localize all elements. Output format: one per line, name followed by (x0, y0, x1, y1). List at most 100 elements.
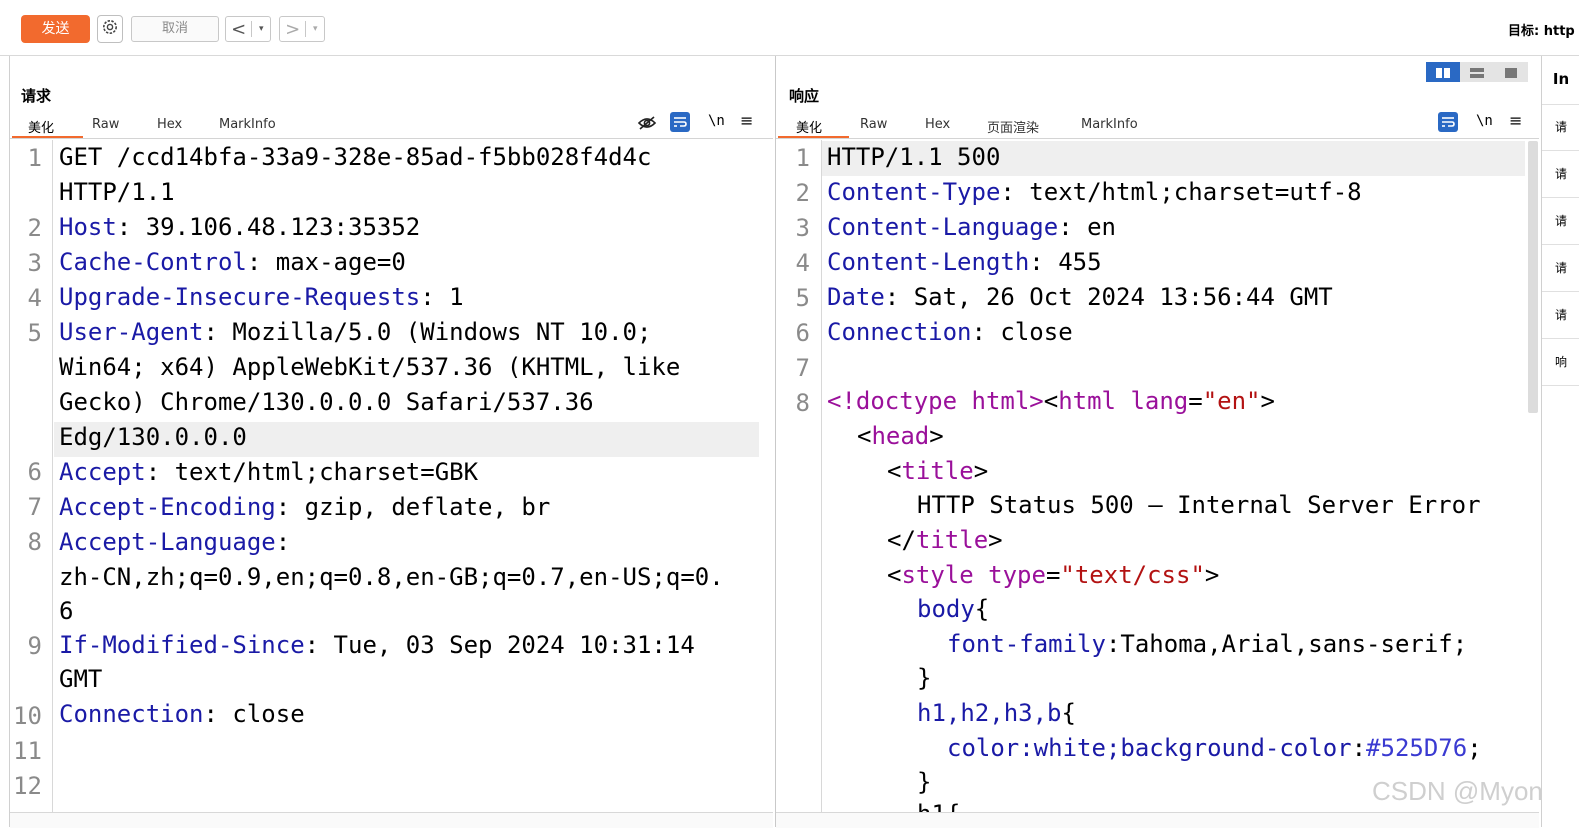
code-line: Win64; x64) AppleWebKit/537.36 (KHTML, l… (59, 353, 681, 381)
header-sep: : (203, 318, 233, 346)
response-title: 响应 (789, 87, 820, 105)
line-number: 7 (27, 493, 42, 521)
code-line: Accept-Encoding: gzip, deflate, br (59, 490, 550, 525)
target-label[interactable]: 目标: http (1508, 20, 1575, 39)
newline-toggle[interactable]: \n (1476, 113, 1493, 129)
header-value: en (1087, 213, 1116, 241)
html-tag: html (1058, 387, 1116, 415)
line-number: 2 (27, 214, 42, 242)
line-number: 5 (27, 319, 42, 347)
line-number: 7 (795, 354, 810, 382)
hide-eye-icon[interactable] (637, 113, 657, 133)
request-title: 请求 (21, 87, 52, 105)
code-line: Accept-Language: (59, 525, 290, 560)
inspector-item[interactable]: 请 (1542, 292, 1579, 339)
header-value: 1 (449, 283, 464, 311)
wrap-lines-icon[interactable] (1438, 112, 1458, 132)
newline-toggle[interactable]: \n (708, 113, 725, 129)
header-name: If-Modified-Since (59, 631, 305, 659)
code-line: Accept: text/html;charset=GBK (59, 455, 478, 490)
layout-rows-button[interactable] (1460, 62, 1494, 82)
inspector-item[interactable]: 请 (1542, 245, 1579, 292)
html-doctype: <!doctype html> (827, 387, 1044, 415)
response-tab-markinfo[interactable]: MarkInfo (1081, 117, 1138, 132)
header-sep: : (203, 700, 233, 728)
line-number: 8 (27, 528, 42, 556)
chevron-down-icon[interactable]: ▾ (252, 24, 270, 34)
request-tab-pretty[interactable]: 美化 (28, 117, 54, 136)
code-line: 6 (59, 597, 74, 625)
code-line: </title> (887, 523, 1003, 558)
css-property: font-family (947, 630, 1106, 658)
response-tab-render[interactable]: 页面渲染 (987, 117, 1039, 136)
response-tab-hex[interactable]: Hex (925, 117, 950, 132)
inspector-item[interactable]: 响 (1542, 339, 1579, 386)
wrap-lines-icon[interactable] (670, 112, 690, 132)
response-tab-raw[interactable]: Raw (860, 117, 887, 132)
header-sep: : (971, 318, 1001, 346)
line-number: 5 (795, 284, 810, 312)
inspector-item[interactable]: 请 (1542, 104, 1579, 151)
header-name: Connection (59, 700, 204, 728)
code-line: Content-Language: en (827, 210, 1116, 245)
code-line: HTTP/1.1 (59, 178, 175, 206)
cancel-button[interactable]: 取消 (131, 16, 219, 42)
header-name: Connection (827, 318, 972, 346)
layout-split-button[interactable] (1426, 62, 1460, 82)
code-line: } (917, 768, 932, 796)
header-value: 455 (1058, 248, 1102, 276)
header-sep: : (275, 493, 305, 521)
code-line: Cache-Control: max-age=0 (59, 245, 406, 280)
header-value: close (1000, 318, 1073, 346)
settings-button[interactable] (97, 15, 123, 43)
css-value: :white; (1019, 734, 1121, 762)
inspector-side-panel: In 请 请 请 请 请 响 (1541, 56, 1579, 827)
request-tab-markinfo[interactable]: MarkInfo (219, 117, 276, 132)
send-button[interactable]: 发送 (21, 15, 90, 43)
header-sep: : (420, 283, 450, 311)
chevron-left-icon: < (231, 18, 247, 40)
header-name: Accept-Language (59, 528, 276, 556)
header-name: Host (59, 213, 117, 241)
html-punct: > (1204, 561, 1220, 589)
header-name: Cache-Control (59, 248, 247, 276)
watermark: CSDN @Myon (1372, 776, 1543, 806)
header-name: Upgrade-Insecure-Requests (59, 283, 421, 311)
line-number: 6 (27, 458, 42, 486)
response-tab-pretty[interactable]: 美化 (796, 117, 822, 136)
inspector-header[interactable]: In (1542, 56, 1579, 105)
back-button[interactable]: < ▾ (225, 16, 271, 42)
css-value: :Tahoma,Arial,sans-serif; (1105, 630, 1468, 658)
html-attr: type (988, 561, 1046, 589)
inspector-item[interactable]: 请 (1542, 198, 1579, 245)
request-tab-raw[interactable]: Raw (92, 117, 119, 132)
header-sep: : (304, 631, 334, 659)
menu-icon[interactable]: ≡ (740, 111, 753, 130)
header-value: gzip, deflate, br (304, 493, 551, 521)
css-color-value: #525D76 (1366, 734, 1468, 762)
line-number: 1 (795, 144, 810, 172)
line-number: 6 (795, 319, 810, 347)
html-attr-value: "text/css" (1060, 561, 1205, 589)
square-icon (1505, 63, 1517, 82)
code-line: Edg/130.0.0.0 (59, 423, 247, 451)
code-line: Gecko) Chrome/130.0.0.0 Safari/537.36 (59, 388, 594, 416)
forward-button[interactable]: > ▾ (279, 16, 325, 42)
inspector-item[interactable]: 请 (1542, 151, 1579, 198)
code-line: body{ (917, 592, 989, 627)
css-property: background-color (1120, 734, 1352, 762)
layout-single-button[interactable] (1494, 62, 1528, 82)
response-scrollbar[interactable] (1528, 141, 1538, 413)
code-line: Connection: close (827, 315, 1073, 350)
code-line: color:white;background-color:#525D76; (947, 731, 1482, 766)
line-number: 10 (13, 702, 42, 730)
code-line: Upgrade-Insecure-Requests: 1 (59, 280, 464, 315)
request-tab-hex[interactable]: Hex (157, 117, 182, 132)
header-value: close (232, 700, 305, 728)
chevron-down-icon[interactable]: ▾ (306, 24, 324, 34)
html-punct: > (929, 422, 944, 450)
line-number: 1 (27, 144, 42, 172)
code-line: GET /ccd14bfa-33a9-328e-85ad-f5bb028f4d4… (59, 143, 652, 171)
menu-icon[interactable]: ≡ (1509, 111, 1522, 130)
line-number: 8 (795, 389, 810, 417)
